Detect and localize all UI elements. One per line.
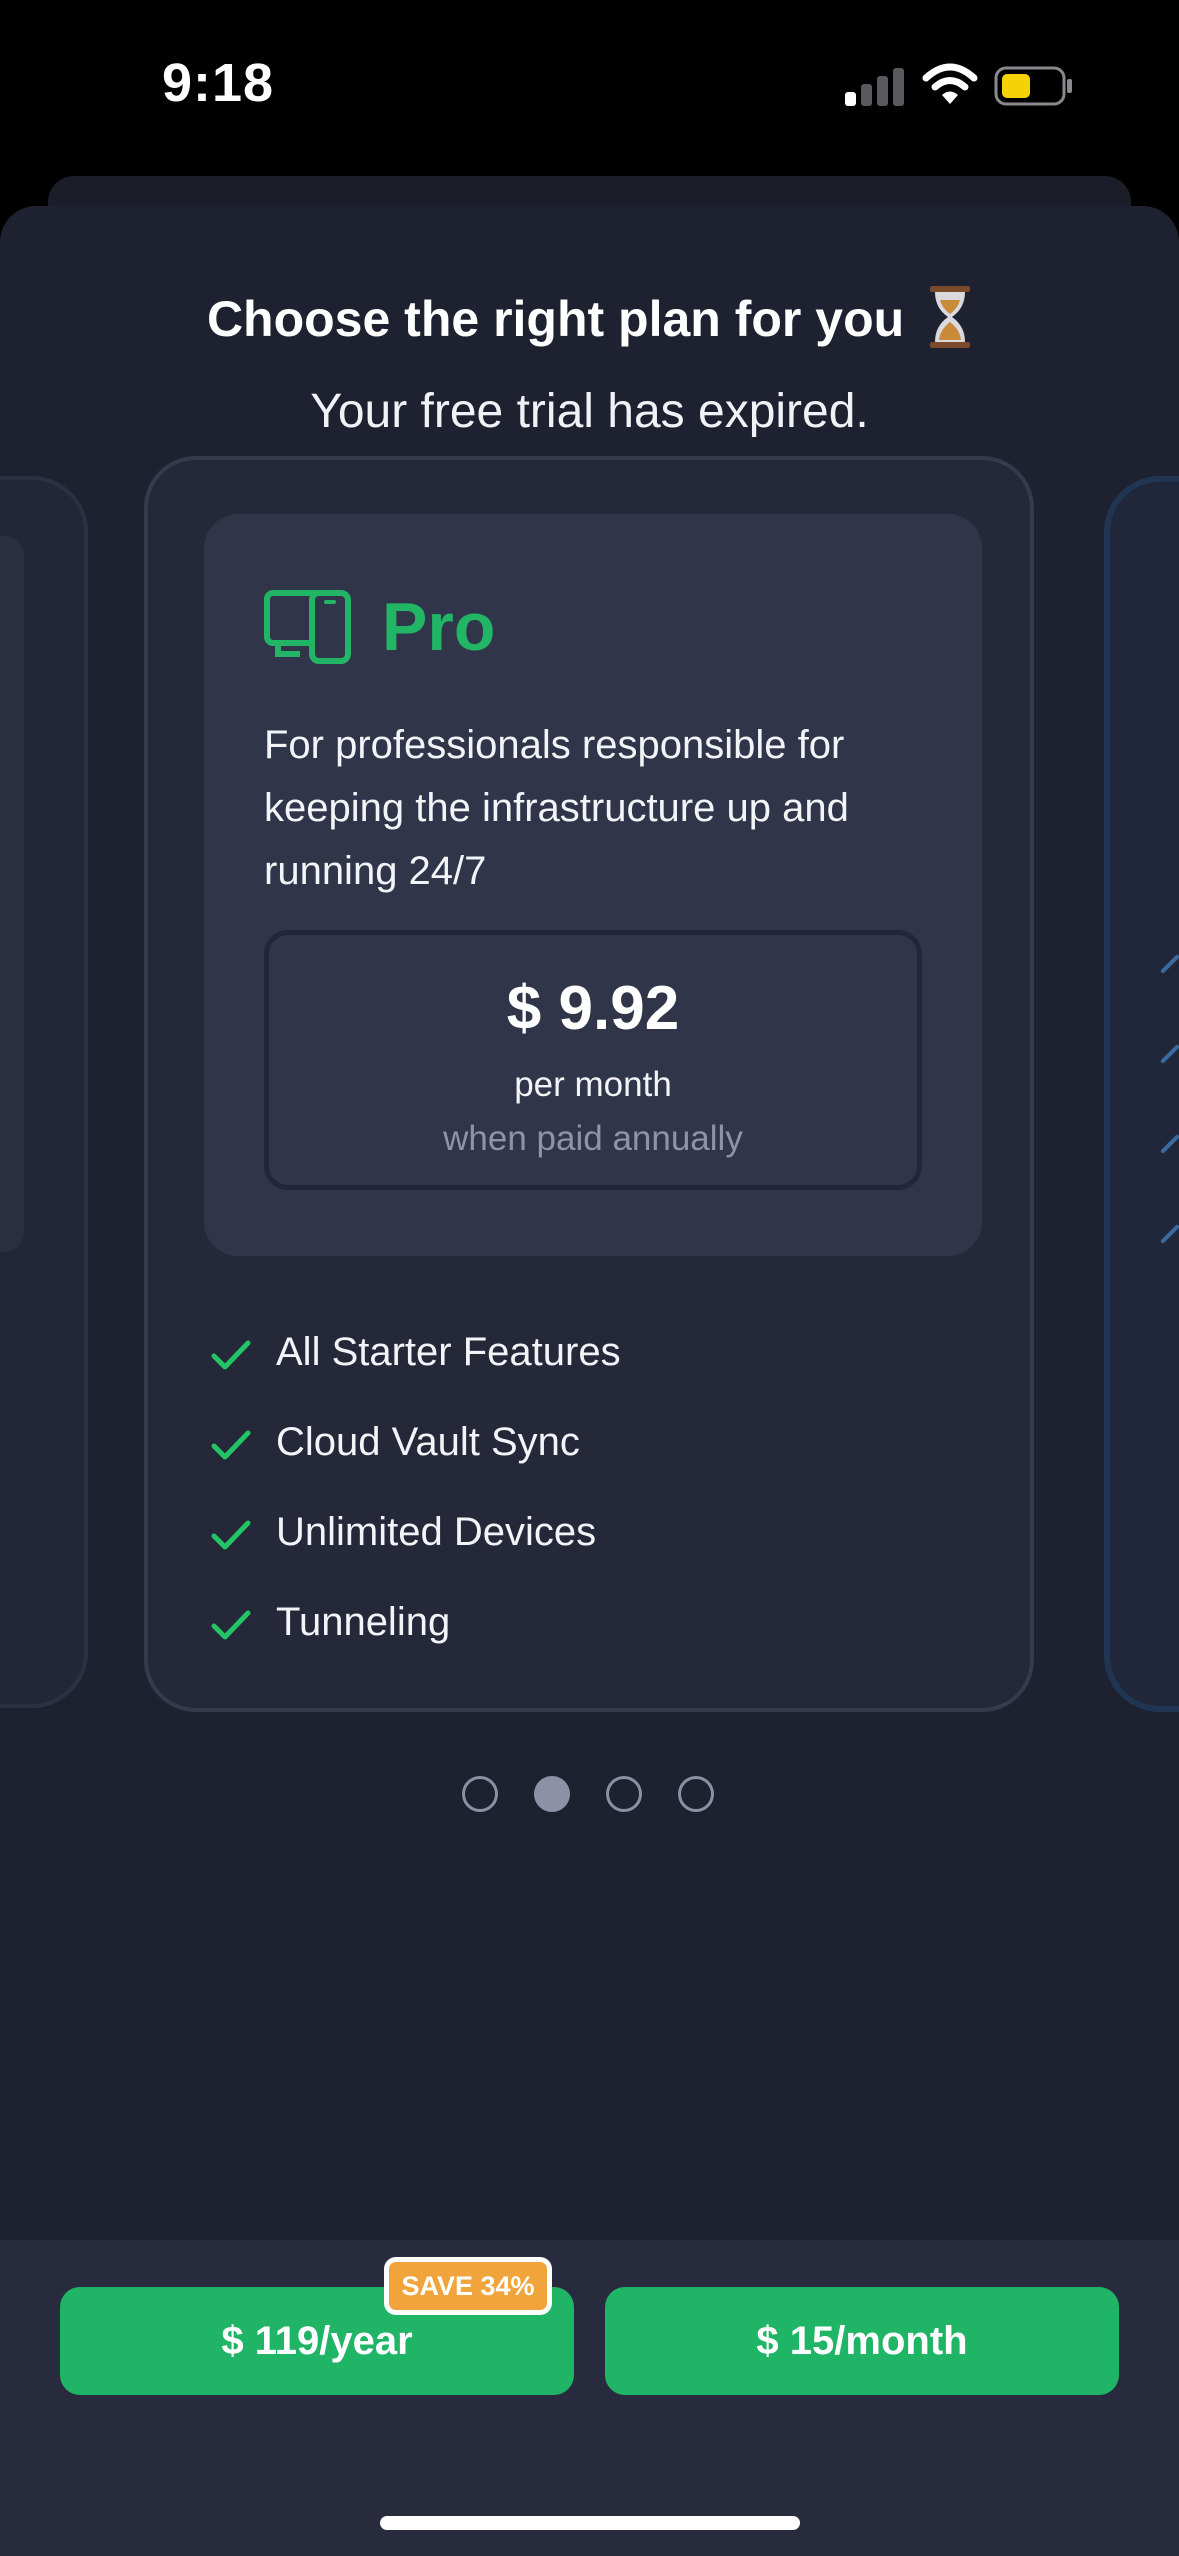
feature-item: All Starter Features [210,1320,970,1410]
home-indicator[interactable] [380,2516,800,2530]
monthly-purchase-button[interactable]: $ 15/month [605,2287,1119,2395]
check-icon [1160,1134,1179,1154]
cellular-signal-icon [845,66,905,106]
check-icon [1160,1224,1179,1244]
page-dot-4[interactable] [678,1776,714,1812]
feature-list: All Starter Features Cloud Vault Sync Un… [210,1320,970,1680]
battery-icon [994,66,1072,106]
page-indicator [460,1776,720,1820]
save-badge: SAVE 34% [384,2257,552,2315]
page-dot-3[interactable] [606,1776,642,1812]
page-title-text: Choose the right plan for you [206,291,905,347]
check-icon [211,1430,251,1460]
check-icon [211,1340,251,1370]
price-note: when paid annually [443,1119,743,1158]
plan-description: For professionals responsible for keepin… [264,723,849,893]
feature-item: Unlimited Devices [210,1500,970,1590]
screen: 9:18 Choose the right plan for you Your … [0,0,1179,2556]
check-icon [1160,954,1179,974]
plan-card-next[interactable] [1104,476,1179,1712]
price-box: $ 9.92 per month when paid annually [264,930,922,1190]
page-subtitle: Your free trial has expired. [310,385,869,438]
plan-card-pro[interactable]: Pro For professionals responsible for ke… [144,456,1034,1712]
wifi-icon [922,63,978,104]
page-dot-1[interactable] [462,1776,498,1812]
page-title: Choose the right plan for you [0,285,1179,354]
purchase-bar: SAVE 34% $ 119/year $ 15/month [0,2240,1179,2556]
feature-item: Cloud Vault Sync [210,1410,970,1500]
status-time: 9:18 [162,53,275,113]
feature-label: All Starter Features [276,1330,621,1374]
feature-item: Tunneling [210,1590,970,1680]
feature-label: Unlimited Devices [276,1510,597,1554]
feature-label: Tunneling [276,1600,451,1644]
check-icon [1160,1044,1179,1064]
page-dot-2-active[interactable] [534,1776,570,1812]
plan-price: $ 9.92 [506,974,680,1043]
plan-card-previous[interactable] [0,476,88,1708]
check-icon [211,1610,251,1640]
price-period: per month [514,1065,672,1104]
check-icon [211,1520,251,1550]
plan-summary: Pro For professionals responsible for ke… [204,514,982,1256]
feature-label: Cloud Vault Sync [276,1420,580,1464]
devices-icon [264,590,351,664]
plan-card-previous-panel [0,536,24,1252]
plan-name: Pro [382,589,496,665]
hourglass-icon [930,285,971,348]
